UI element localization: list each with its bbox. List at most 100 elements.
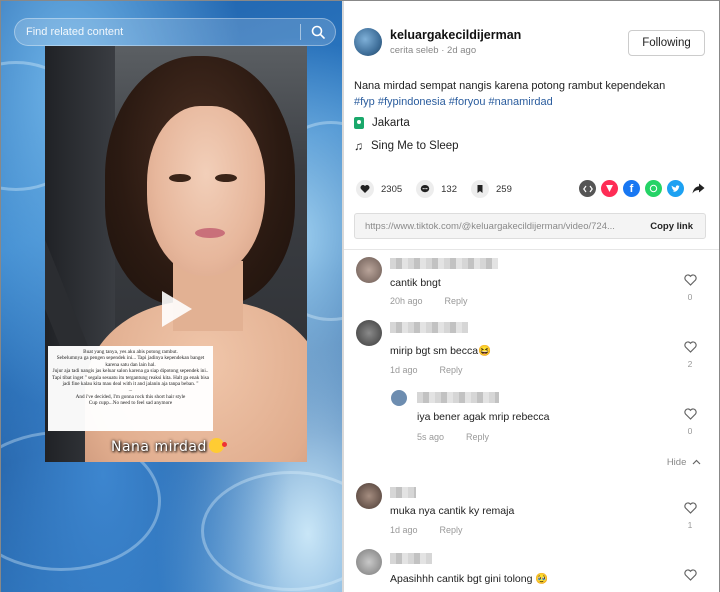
replier-avatar[interactable]: [391, 390, 407, 406]
comment-text: Apasihhh cantik bgt gini tolong 🥹: [390, 573, 549, 585]
hashtags-link[interactable]: #fyp #fypindonesia #foryou #nanamirdad: [354, 96, 553, 108]
share-arrow-icon[interactable]: [690, 180, 707, 197]
copy-link-button[interactable]: Copy link: [638, 221, 705, 232]
commenter-avatar[interactable]: [356, 549, 382, 575]
following-button[interactable]: Following: [628, 30, 705, 56]
reply-like[interactable]: 0: [681, 407, 699, 436]
heart-outline-icon: [683, 274, 697, 286]
post-meta: cerita seleb · 2d ago: [390, 45, 477, 56]
save-count: 259: [496, 183, 512, 195]
whatsapp-icon[interactable]: [645, 180, 662, 197]
eye: [169, 174, 191, 182]
description-text: Nana mirdad sempat nangis karena potong …: [354, 80, 666, 92]
like-count: 2305: [381, 183, 403, 195]
heart-icon[interactable]: [356, 180, 374, 198]
copy-link-box: https://www.tiktok.com/@keluargakecildij…: [354, 213, 706, 239]
lips: [195, 228, 225, 238]
comment-like-count: 0: [687, 292, 693, 302]
like-stat: 2305: [356, 180, 402, 198]
reply-meta: 5s ago Reply: [417, 432, 489, 442]
bookmark-icon[interactable]: [471, 180, 489, 198]
post-description: Nana mirdad sempat nangis karena potong …: [354, 78, 709, 110]
save-stat: 259: [471, 180, 512, 198]
heart-face-emoji-icon: [208, 438, 227, 453]
stats-row: 2305 132 259: [356, 180, 526, 198]
post-category: cerita seleb: [390, 45, 439, 56]
reply-button[interactable]: Reply: [445, 296, 468, 306]
comment-like-count: 2: [687, 359, 693, 369]
hide-replies-button[interactable]: Hide: [667, 457, 701, 468]
commenter-name-blurred[interactable]: [390, 487, 416, 498]
music-note-icon: ♫: [354, 139, 363, 153]
author-username[interactable]: keluargakecildijerman: [390, 28, 521, 42]
video-background: Buat yang tanya, yes aku abis potong ram…: [1, 1, 342, 592]
heart-outline-icon: [683, 341, 697, 353]
comment-meta: 1d ago Reply: [390, 365, 463, 375]
music-row[interactable]: ♫ Sing Me to Sleep: [354, 139, 459, 153]
commenter-name-blurred[interactable]: [390, 322, 468, 333]
related-search-input[interactable]: [15, 19, 300, 45]
twitter-icon[interactable]: [667, 180, 684, 197]
comment-text: mirip bgt sm becca😆: [390, 345, 492, 357]
facebook-icon[interactable]: f: [623, 180, 640, 197]
comments-divider: [344, 249, 719, 250]
share-row: f: [574, 180, 707, 197]
eye: [215, 174, 237, 182]
caption-line: Cup cupp...No need to feel sad anymore: [88, 400, 173, 407]
location-text: Jakarta: [372, 117, 410, 129]
comment-like[interactable]: [681, 568, 699, 586]
reply-button[interactable]: Reply: [440, 365, 463, 375]
comment-meta: 1d ago Reply: [390, 525, 463, 535]
video-name-overlay: Nana mirdad: [111, 438, 227, 455]
caption-line: Sebelumnya ga pengen sependek ini... Tap…: [56, 355, 205, 368]
commenter-name-blurred[interactable]: [390, 258, 498, 269]
comment-like[interactable]: 1: [681, 501, 699, 530]
comment-meta: 20h ago Reply: [390, 296, 468, 306]
comment-time: 1d ago: [390, 365, 418, 375]
face: [147, 106, 265, 276]
caption-line: Jujur aja tadi nangis jas keluar salon k…: [52, 368, 209, 375]
reply-time: 5s ago: [417, 432, 445, 442]
caption-line: Tapi tibat inget " segala sesuatu itu te…: [52, 374, 209, 388]
comment-like-count: 1: [687, 520, 693, 530]
author-block: keluargakecildijerman cerita seleb · 2d …: [354, 28, 521, 56]
heart-outline-icon: [683, 408, 697, 420]
comment-text: muka nya cantik ky remaja: [390, 505, 515, 517]
comment-time: 1d ago: [390, 525, 418, 535]
comment-count: 132: [441, 183, 457, 195]
comment-time: 20h ago: [390, 296, 423, 306]
play-icon[interactable]: [162, 291, 192, 327]
author-avatar[interactable]: [354, 28, 382, 56]
wave-decoration: [201, 471, 342, 591]
commenter-avatar[interactable]: [356, 257, 382, 283]
reply-text: iya bener agak mrip rebecca: [417, 411, 550, 423]
comment-stat: 132: [416, 180, 457, 198]
replier-name-blurred[interactable]: [417, 392, 499, 403]
app-root: Buat yang tanya, yes aku abis potong ram…: [0, 0, 720, 592]
post-panel: keluargakecildijerman cerita seleb · 2d …: [344, 1, 719, 592]
video-frame[interactable]: Buat yang tanya, yes aku abis potong ram…: [45, 46, 307, 462]
search-icon[interactable]: [301, 19, 335, 45]
comment-icon[interactable]: [416, 180, 435, 198]
comment-like[interactable]: 2: [681, 340, 699, 369]
chevron-up-icon: [692, 459, 701, 465]
commenter-avatar[interactable]: [356, 483, 382, 509]
video-url[interactable]: https://www.tiktok.com/@keluargakecildij…: [355, 221, 638, 232]
heart-outline-icon: [683, 502, 697, 514]
post-time: 2d ago: [447, 45, 477, 56]
commenter-name-blurred[interactable]: [390, 553, 432, 564]
reply-like-count: 0: [687, 426, 693, 436]
video-caption-box: Buat yang tanya, yes aku abis potong ram…: [48, 346, 213, 431]
commenter-avatar[interactable]: [356, 320, 382, 346]
reply-button[interactable]: Reply: [440, 525, 463, 535]
music-title: Sing Me to Sleep: [371, 140, 459, 152]
embed-code-icon[interactable]: [579, 180, 596, 197]
hide-label: Hide: [666, 457, 687, 468]
location-pin-icon: [354, 117, 364, 129]
send-to-friends-icon[interactable]: [601, 180, 618, 197]
reply-button[interactable]: Reply: [466, 432, 489, 442]
comment-like[interactable]: 0: [681, 273, 699, 302]
overlay-name-text: Nana mirdad: [111, 439, 207, 455]
location-row[interactable]: Jakarta: [354, 117, 410, 129]
related-search-bar: [14, 18, 336, 46]
